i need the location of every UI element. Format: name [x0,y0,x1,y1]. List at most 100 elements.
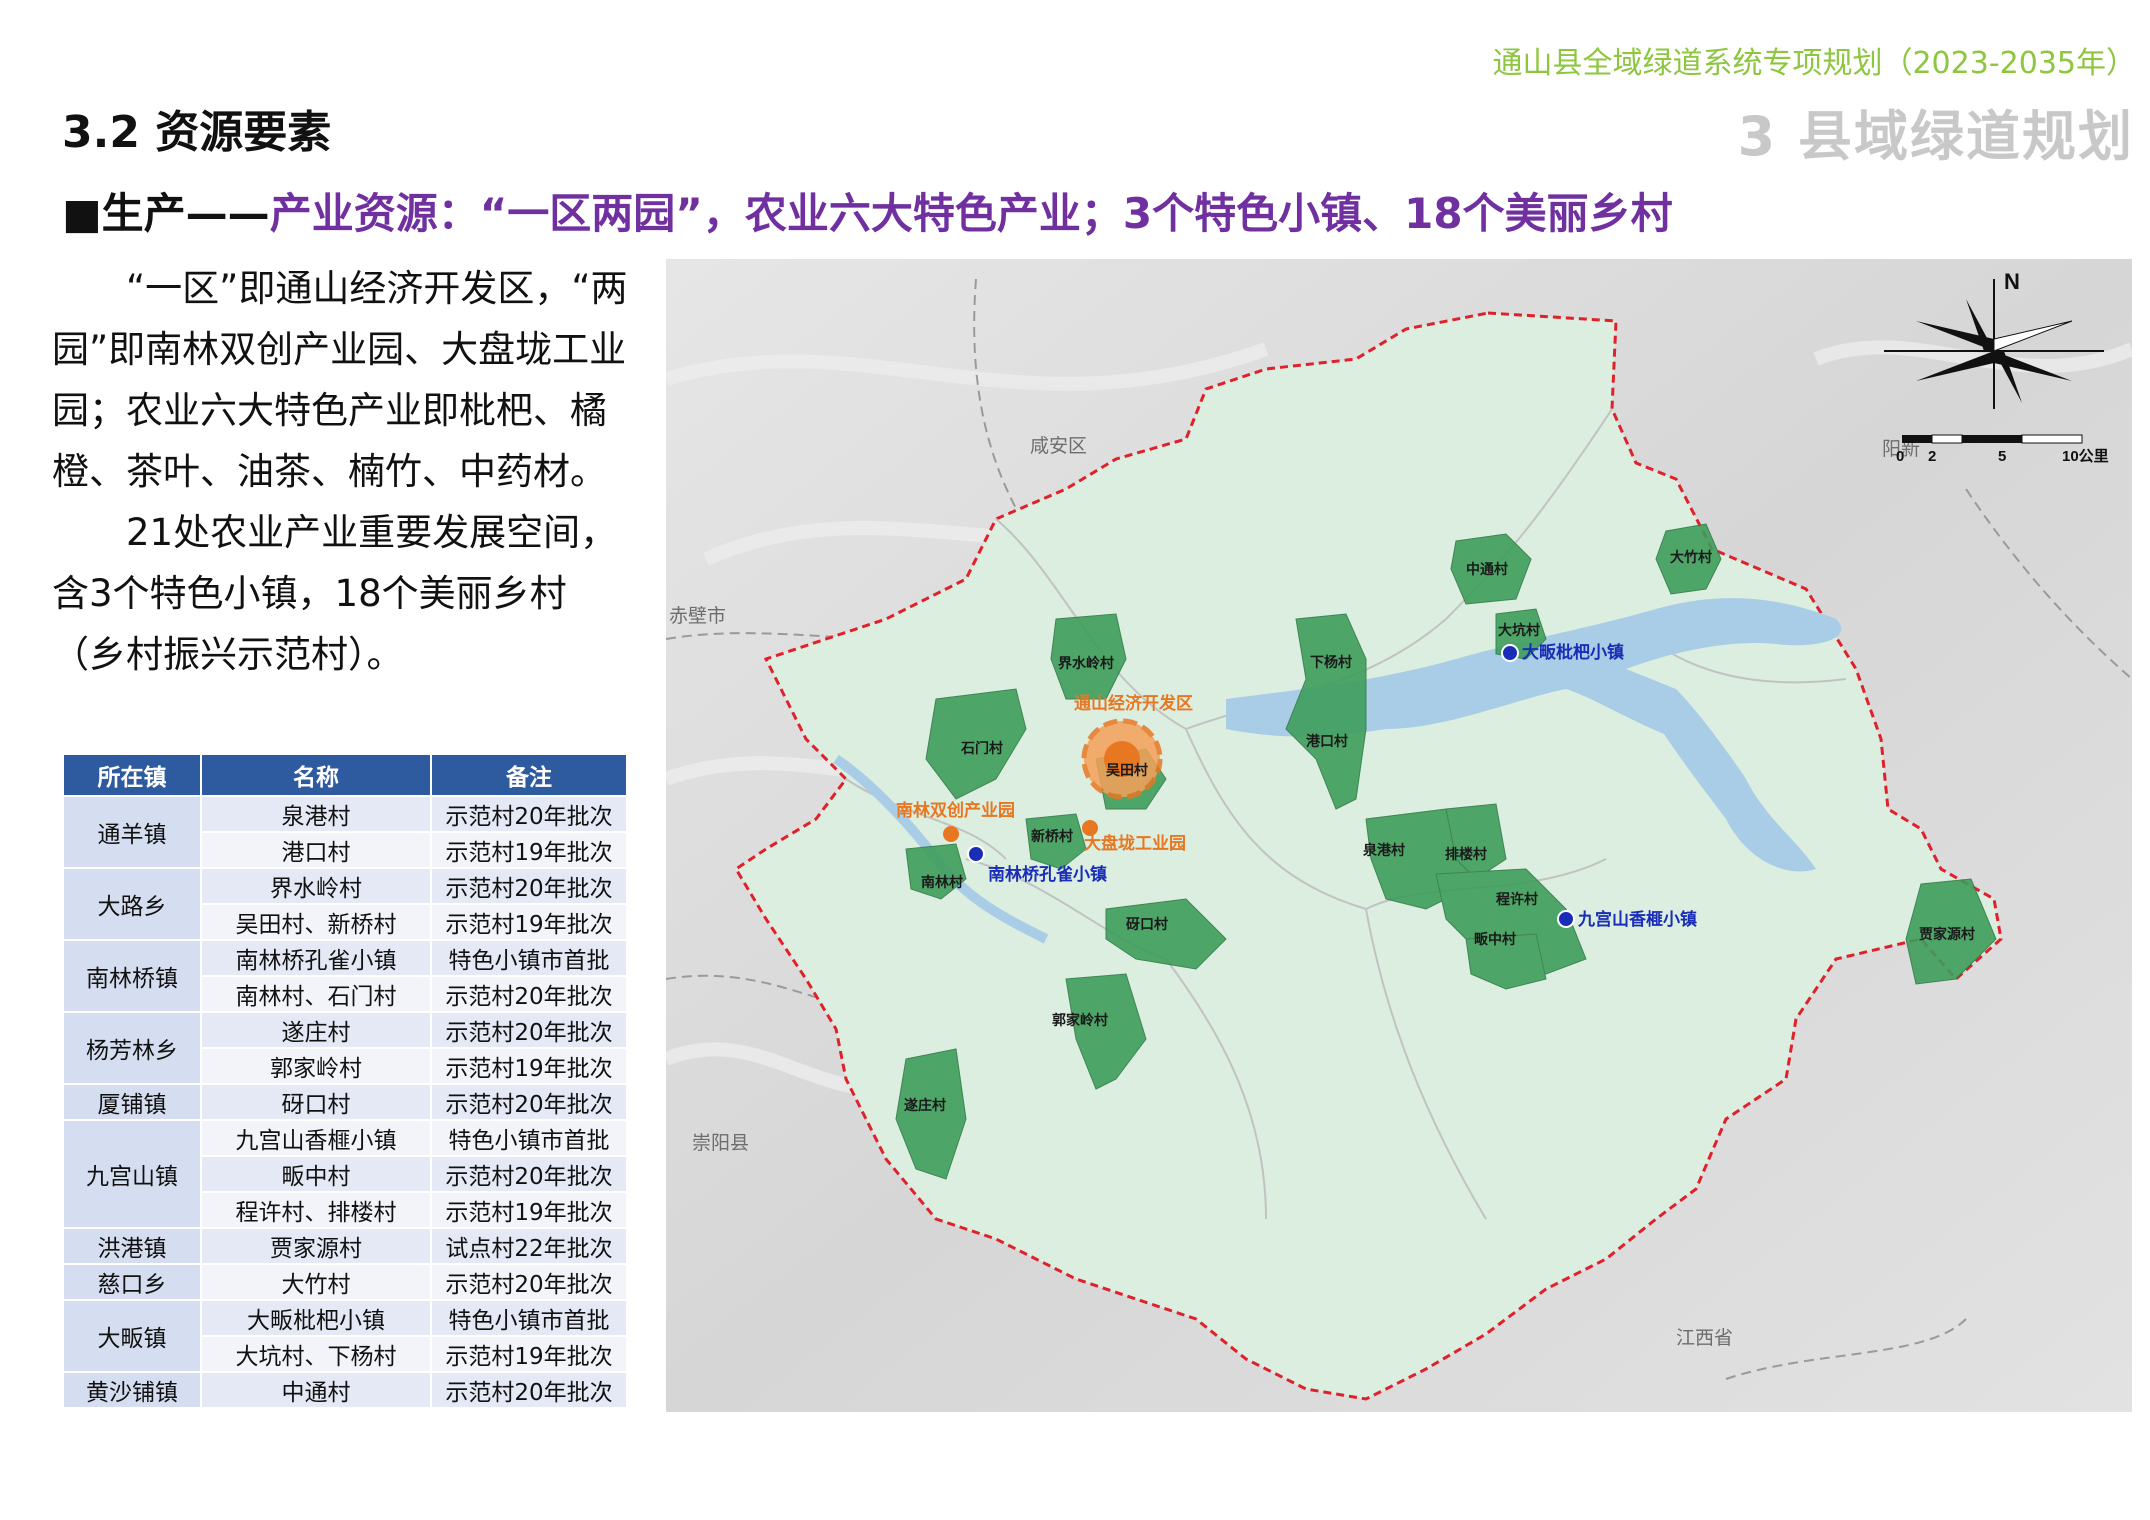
cell-note: 示范村20年批次 [430,1011,628,1049]
cell-note: 示范村19年批次 [430,1335,628,1373]
column-header-note: 备注 [430,753,628,797]
table-row: 洪港镇 贾家源村 试点村22年批次 [62,1227,628,1265]
cell-town: 洪港镇 [62,1227,202,1265]
table-row: 厦铺镇 砑口村 示范村20年批次 [62,1083,628,1121]
paragraph-2: 21处农业产业重要发展空间，含3个特色小镇，18个美丽乡村（乡村振兴示范村）。 [52,511,618,676]
cell-name: 中通村 [200,1371,432,1409]
label-jiajiayuan: 贾家源村 [1919,926,1975,943]
label-quangang: 泉港村 [1363,842,1405,859]
table-row: 黄沙铺镇 中通村 示范村20年批次 [62,1371,628,1409]
resource-table: 所在镇 名称 备注 通羊镇 泉港村 示范村20年批次 港口村 示范村19年批次 大路乡 界水… [62,753,628,1409]
cell-town: 九宫山镇 [62,1119,202,1229]
label-fanzhong: 畈中村 [1474,931,1516,948]
cell-town: 大畈镇 [62,1299,202,1373]
label-nanlin-town: 南林桥孔雀小镇 [988,864,1107,884]
cell-name: 畈中村 [200,1155,432,1193]
paragraph-1: “一区”即通山经济开发区，“两园”即南林双创产业园、大盘垅工业园；农业六大特色产… [52,267,628,493]
cell-note: 特色小镇市首批 [430,1299,628,1337]
cell-name: 大坑村、下杨村 [200,1335,432,1373]
body-text: “一区”即通山经济开发区，“两园”即南林双创产业园、大盘垅工业园；农业六大特色产… [52,258,634,685]
scale-bar: 0 2 5 10公里 [1896,434,2109,465]
cell-note: 特色小镇市首批 [430,1119,628,1157]
jiugong-town-marker [1557,910,1575,928]
label-jiugong-town: 九宫山香榧小镇 [1577,909,1697,929]
document-title: 通山县全域绿道系统专项规划（2023-2035年） [1492,46,2136,81]
column-header-town: 所在镇 [62,753,202,797]
column-header-name: 名称 [200,753,432,797]
dafan-town-marker [1501,644,1519,662]
cell-name: 泉港村 [200,795,432,833]
cell-name: 大竹村 [200,1263,432,1301]
cell-name: 南林桥孔雀小镇 [200,939,432,977]
label-dapan-park: 大盘垅工业园 [1084,833,1186,853]
label-gangkou: 港口村 [1306,733,1348,750]
cell-note: 示范村20年批次 [430,1371,628,1409]
label-jieshuiling: 界水岭村 [1058,655,1114,672]
cell-note: 示范村19年批次 [430,1191,628,1229]
cell-name: 郭家岭村 [200,1047,432,1085]
cell-name: 贾家源村 [200,1227,432,1265]
cell-town: 大路乡 [62,867,202,941]
cell-name: 港口村 [200,831,432,869]
table-row: 南林桥镇 南林桥孔雀小镇 特色小镇市首批 [62,939,628,1013]
label-yakou: 砑口村 [1126,916,1168,933]
scale-tick-2: 2 [1928,448,1936,465]
label-wutian: 吴田村 [1106,762,1148,779]
label-jiangxi: 江西省 [1676,1327,1733,1349]
cell-town: 杨芳林乡 [62,1011,202,1085]
cell-name: 大畈枇杷小镇 [200,1299,432,1337]
label-shimen: 石门村 [960,740,1003,757]
cell-town: 慈口乡 [62,1263,202,1301]
cell-town: 通羊镇 [62,795,202,869]
nanlin-town-marker [967,845,985,863]
label-pailou: 排楼村 [1445,846,1487,863]
nanlin-park-marker [943,826,959,842]
headline: ■生产——产业资源：“一区两园”，农业六大特色产业；3个特色小镇、18个美丽乡村 [62,180,1673,241]
cell-note: 示范村20年批次 [430,1155,628,1193]
section-title: 3.2 资源要素 [62,107,332,158]
label-dazhu: 大竹村 [1670,549,1712,566]
cell-note: 示范村20年批次 [430,1263,628,1301]
label-guojialing: 郭家岭村 [1052,1012,1108,1029]
cell-name: 南林村、石门村 [200,975,432,1013]
label-xiayang: 下杨村 [1310,654,1352,671]
chapter-title: 3 县域绿道规划 [1737,105,2134,168]
label-nanlin-park: 南林双创产业园 [896,800,1015,820]
label-xianan: 咸安区 [1030,435,1087,457]
label-dafan-town: 大畈枇杷小镇 [1522,642,1624,662]
label-chengxu: 程许村 [1496,891,1538,908]
cell-name: 界水岭村 [200,867,432,905]
cell-note: 示范村19年批次 [430,903,628,941]
cell-town: 厦铺镇 [62,1083,202,1121]
map-svg: 咸安区 赤壁市 崇阳县 阳新 江西省 通山经济开发区 南林双创产业园 大盘垅工业… [666,259,2132,1412]
label-chongyang: 崇阳县 [692,1132,749,1154]
headline-lead: ■生产—— [62,189,270,238]
label-chibi: 赤壁市 [669,605,726,627]
table-body: 通羊镇 泉港村 示范村20年批次 港口村 示范村19年批次 大路乡 界水岭村 示范村20年批次… [62,795,628,1409]
headline-highlight: 产业资源：“一区两园”，农业六大特色产业；3个特色小镇、18个美丽乡村 [269,189,1673,238]
cell-note: 示范村20年批次 [430,795,628,833]
cell-note: 试点村22年批次 [430,1227,628,1265]
cell-note: 示范村19年批次 [430,1047,628,1085]
county-map: 咸安区 赤壁市 崇阳县 阳新 江西省 通山经济开发区 南林双创产业园 大盘垅工业… [666,259,2132,1412]
cell-town: 南林桥镇 [62,939,202,1013]
table-row: 通羊镇 泉港村 示范村20年批次 [62,795,628,869]
cell-note: 示范村19年批次 [430,831,628,869]
cell-note: 特色小镇市首批 [430,939,628,977]
cell-name: 程许村、排楼村 [200,1191,432,1229]
cell-name: 九宫山香榧小镇 [200,1119,432,1157]
label-econ-zone: 通山经济开发区 [1074,693,1193,713]
table-header-row: 所在镇 名称 备注 [62,753,628,797]
label-xinqiao: 新桥村 [1031,828,1073,845]
table-row: 大路乡 界水岭村 示范村20年批次 [62,867,628,941]
label-nanlin: 南林村 [921,874,963,891]
cell-name: 吴田村、新桥村 [200,903,432,941]
cell-town: 黄沙铺镇 [62,1371,202,1409]
table-row: 九宫山镇 九宫山香榧小镇 特色小镇市首批 [62,1119,628,1229]
scale-tick-10: 10公里 [2062,448,2109,465]
cell-name: 遂庄村 [200,1011,432,1049]
cell-note: 示范村20年批次 [430,975,628,1013]
table-row: 大畈镇 大畈枇杷小镇 特色小镇市首批 [62,1299,628,1373]
label-suizhuang: 遂庄村 [904,1097,946,1114]
label-zhongtong: 中通村 [1466,561,1508,578]
